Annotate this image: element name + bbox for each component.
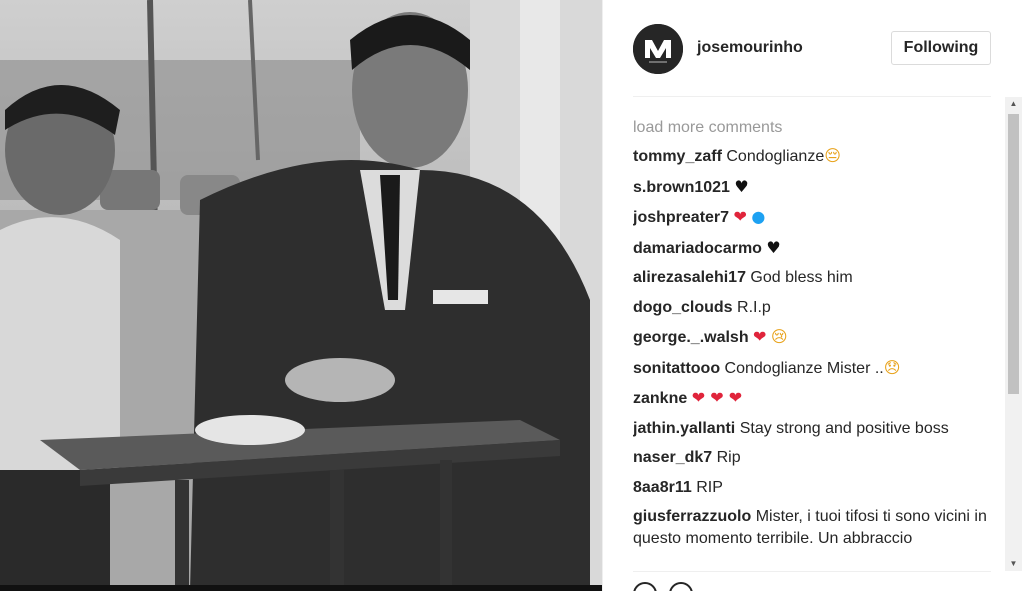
comment-username[interactable]: joshpreater7 (633, 209, 729, 226)
comment-bubble-icon[interactable] (669, 582, 693, 591)
comment-username[interactable]: giusferrazzuolo (633, 508, 751, 525)
comment-text: Condoglianze (726, 148, 825, 165)
divider (633, 96, 991, 97)
comment-text: Stay strong and positive boss (739, 419, 949, 437)
comment-item: giusferrazzuolo Mister, i tuoi tifosi ti… (633, 506, 995, 550)
comment-username[interactable]: tommy_zaff (633, 148, 722, 165)
like-heart-icon[interactable] (633, 582, 657, 591)
comment-text: R.I.p (737, 298, 771, 316)
logo-icon (633, 24, 683, 74)
comment-text: RIP (696, 478, 723, 496)
comment-text: God bless him (750, 269, 853, 286)
comment-username[interactable]: naser_dk7 (633, 449, 712, 466)
avatar[interactable] (633, 24, 683, 74)
comment-text: Rip (716, 449, 741, 466)
action-bar (633, 580, 753, 591)
post-header: josemourinho Following (603, 0, 1022, 96)
post-sidebar: josemourinho Following load more comment… (602, 0, 1022, 591)
comment-username[interactable]: sonitattooo (633, 360, 720, 377)
comment-username[interactable]: s.brown1021 (633, 179, 730, 196)
comment-item: 8aa8r11 RIP (633, 477, 995, 499)
comment-username[interactable]: george._.walsh (633, 329, 749, 346)
scroll-up-arrow-icon[interactable]: ▲ (1005, 97, 1022, 111)
divider (633, 571, 991, 572)
comments-list: load more comments tommy_zaff Condoglian… (633, 117, 995, 571)
crying-face-icon: 😢 (770, 327, 788, 346)
blue-circle-icon: ● (751, 207, 766, 226)
comment-item: joshpreater7 ❤ ● (633, 206, 995, 229)
comment-item: zankne ❤ ❤ ❤ (633, 387, 995, 410)
comment-text: Condoglianze Mister .. (724, 359, 884, 377)
comment-item: damariadocarmo ♥ (633, 237, 995, 260)
comment-username[interactable]: jathin.yallanti (633, 420, 735, 437)
scroll-down-arrow-icon[interactable]: ▼ (1005, 557, 1022, 571)
comment-item: alirezasalehi17 God bless him (633, 267, 995, 289)
red-heart-icon: ❤ (753, 327, 767, 346)
black-heart-icon: ♥ (734, 176, 749, 196)
disappointed-face-icon: 😞 (883, 357, 901, 377)
post-username[interactable]: josemourinho (697, 39, 803, 57)
comment-username[interactable]: damariadocarmo (633, 240, 762, 257)
red-heart-icon: ❤ (733, 207, 747, 226)
sad-face-icon: 😔 (824, 146, 841, 165)
following-button[interactable]: Following (891, 31, 991, 65)
comment-username[interactable]: alirezasalehi17 (633, 269, 746, 286)
red-heart-icon: ❤ ❤ ❤ (691, 388, 743, 407)
scroll-thumb[interactable] (1008, 114, 1019, 394)
comment-item: s.brown1021 ♥ (633, 176, 995, 199)
comments-scrollbar[interactable]: ▲ ▼ (1005, 97, 1022, 571)
comment-item: george._.walsh ❤ 😢 (633, 326, 995, 349)
comment-item: dogo_clouds R.I.p (633, 297, 995, 319)
black-and-white-photo (0, 0, 602, 591)
comment-item: naser_dk7 Rip (633, 447, 995, 469)
post-photo[interactable] (0, 0, 602, 591)
comment-username[interactable]: 8aa8r11 (633, 479, 692, 496)
load-more-comments-link[interactable]: load more comments (633, 117, 995, 145)
black-heart-icon: ♥ (766, 237, 781, 257)
comment-item: jathin.yallanti Stay strong and positive… (633, 418, 995, 440)
comment-username[interactable]: zankne (633, 390, 687, 407)
comment-username[interactable]: dogo_clouds (633, 299, 733, 316)
comment-item: tommy_zaff Condoglianze😔 (633, 145, 995, 168)
comment-item: sonitattooo Condoglianze Mister ..😞 (633, 357, 995, 380)
